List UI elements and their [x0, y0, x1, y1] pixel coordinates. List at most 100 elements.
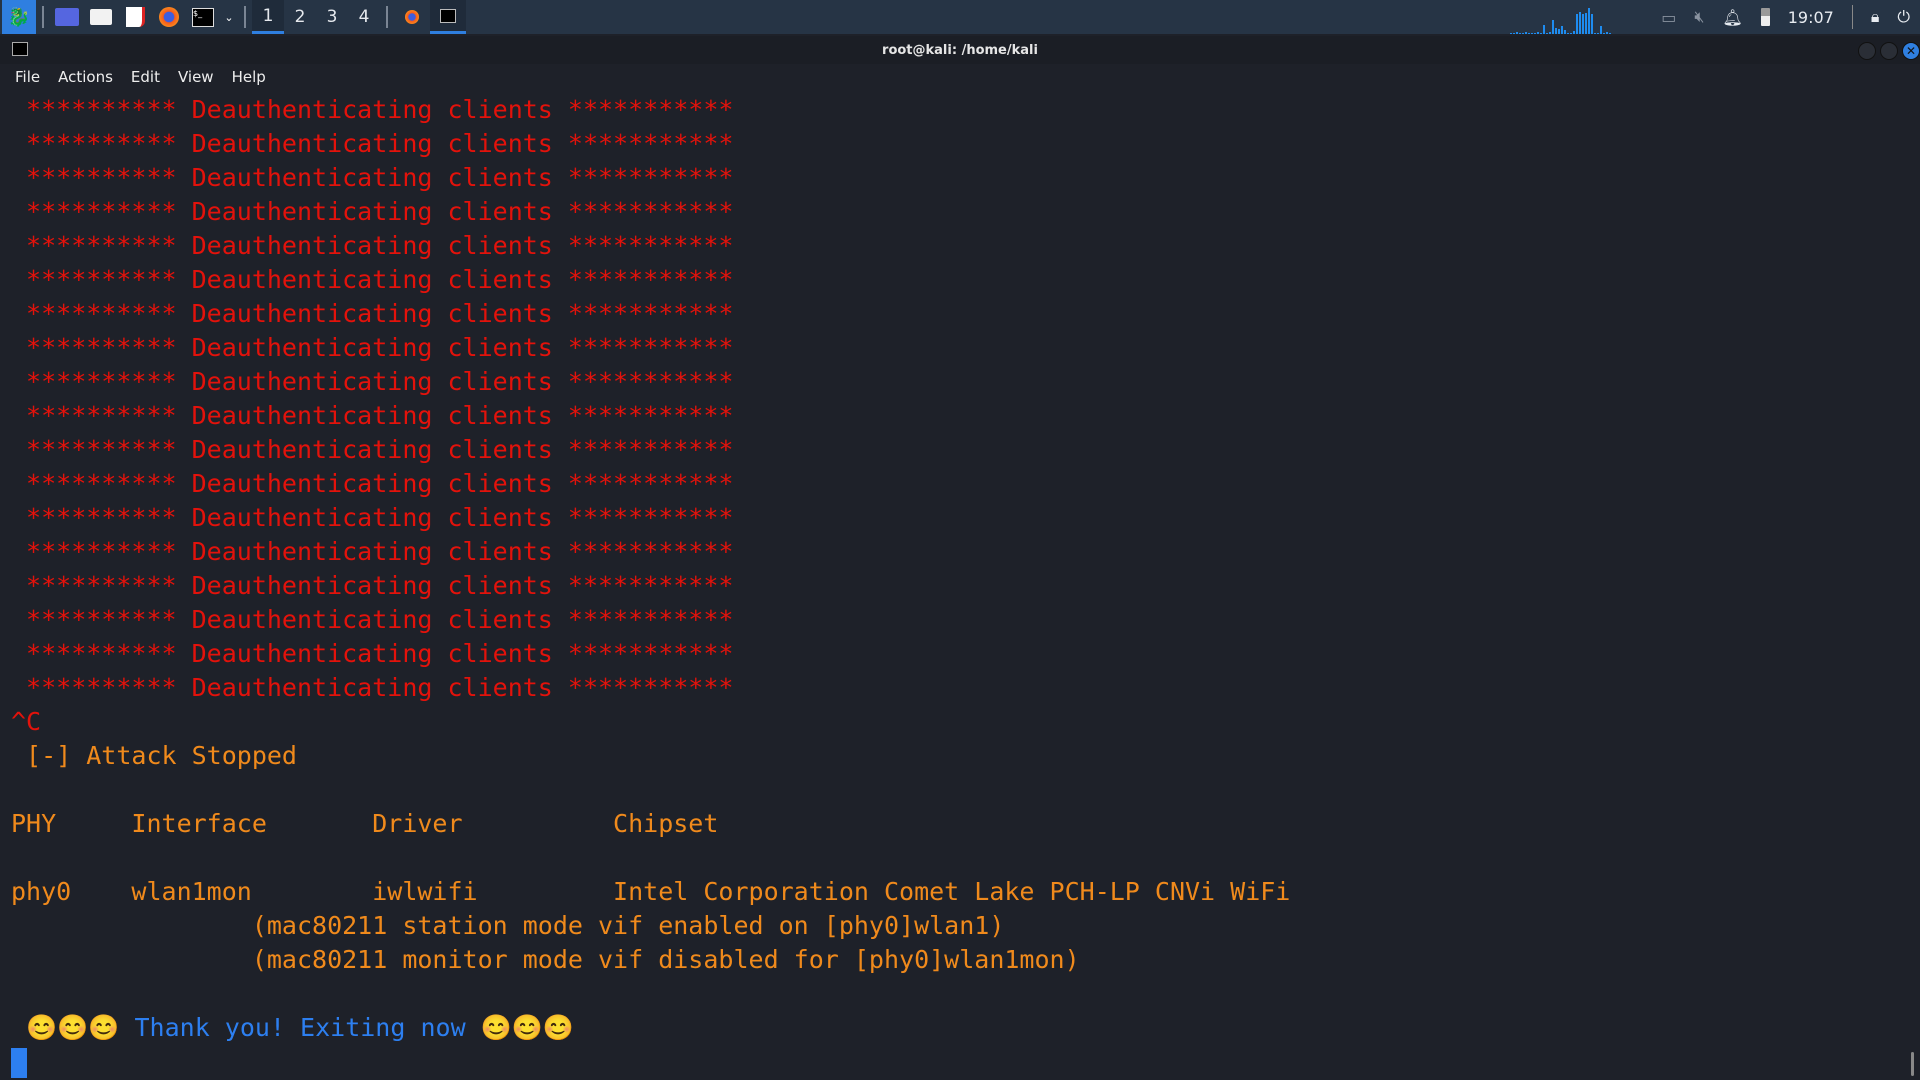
cpu-graph-bar: [1576, 14, 1578, 34]
menu-edit[interactable]: Edit: [124, 64, 167, 90]
lock-icon[interactable]: 🔒︎: [1871, 7, 1880, 27]
cpu-graph-bar: [1549, 32, 1551, 34]
divider: [244, 6, 246, 28]
battery-icon[interactable]: [1760, 8, 1770, 26]
cpu-graph-bar: [1531, 33, 1533, 34]
thanks-line: 😊😊😊 Thank you! Exiting now 😊😊😊: [11, 1013, 575, 1042]
deauth-line: ********** Deauthenticating clients ****…: [11, 129, 734, 158]
logout-icon[interactable]: ⏻: [1897, 7, 1910, 27]
taskbar: 🐉 $_ ⌄ 1 2 3 4 ▭ 🔇︎ 🔔︎ 19:07 🔒︎ ⏻: [0, 0, 1920, 34]
divider: [42, 6, 44, 28]
note-line: (mac80211 monitor mode vif disabled for …: [11, 945, 1080, 974]
deauth-line: ********** Deauthenticating clients ****…: [11, 299, 734, 328]
note-line: (mac80211 station mode vif enabled on [p…: [11, 911, 1005, 940]
cpu-graph-bar: [1603, 33, 1605, 34]
text-editor-icon[interactable]: [118, 0, 152, 34]
menu-view[interactable]: View: [171, 64, 221, 90]
cpu-graph-bar: [1606, 32, 1608, 34]
system-tray: ▭ 🔇︎ 🔔︎ 19:07 🔒︎ ⏻: [1661, 0, 1920, 34]
workspace-4[interactable]: 4: [348, 0, 380, 34]
menu-help[interactable]: Help: [225, 64, 273, 90]
deauth-line: ********** Deauthenticating clients ****…: [11, 673, 734, 702]
cpu-graph-bar: [1543, 25, 1545, 34]
cpu-graph-bar: [1558, 29, 1560, 34]
terminal-icon[interactable]: $_: [186, 0, 220, 34]
attack-stopped-line: [-] Attack Stopped: [11, 741, 297, 770]
cpu-graph-bar: [1573, 31, 1575, 34]
deauth-line: ********** Deauthenticating clients ****…: [11, 163, 734, 192]
notification-bell-icon[interactable]: 🔔︎: [1722, 8, 1742, 27]
cpu-graph-bar: [1510, 33, 1512, 34]
menu-actions[interactable]: Actions: [51, 64, 120, 90]
window-titlebar[interactable]: root@kali: /home/kali ✕: [0, 36, 1920, 64]
clock[interactable]: 19:07: [1788, 8, 1834, 27]
cpu-graph-bar: [1597, 33, 1599, 34]
desktop-icon[interactable]: [50, 0, 84, 34]
cpu-graph-bar: [1528, 33, 1530, 34]
cpu-graph-bar: [1513, 33, 1515, 34]
deauth-line: ********** Deauthenticating clients ****…: [11, 469, 734, 498]
minimize-button[interactable]: [1858, 42, 1876, 60]
deauth-line: ********** Deauthenticating clients ****…: [11, 639, 734, 668]
cpu-graph-bar: [1552, 20, 1554, 34]
terminal-output[interactable]: ********** Deauthenticating clients ****…: [11, 93, 1900, 1079]
window-title: root@kali: /home/kali: [882, 43, 1038, 58]
deauth-line: ********** Deauthenticating clients ****…: [11, 503, 734, 532]
firefox-window-button[interactable]: [394, 0, 430, 34]
table-row: phy0 wlan1mon iwlwifi Intel Corporation …: [11, 877, 1291, 906]
kali-menu-icon[interactable]: 🐉: [2, 0, 36, 34]
text-cursor: [11, 1048, 27, 1078]
workspace-1[interactable]: 1: [252, 0, 284, 34]
cpu-graph-bar: [1537, 32, 1539, 34]
deauth-line: ********** Deauthenticating clients ****…: [11, 401, 734, 430]
maximize-button[interactable]: [1880, 42, 1898, 60]
cpu-graph-bar: [1546, 33, 1548, 34]
network-disconnected-icon[interactable]: ▭: [1661, 8, 1676, 27]
deauth-line: ********** Deauthenticating clients ****…: [11, 95, 734, 124]
cpu-graph-bar: [1570, 33, 1572, 34]
cpu-graph-bar: [1525, 32, 1527, 34]
deauth-line: ********** Deauthenticating clients ****…: [11, 571, 734, 600]
scrollbar[interactable]: [1911, 1052, 1914, 1076]
deauth-line: ********** Deauthenticating clients ****…: [11, 605, 734, 634]
cpu-graph-bar: [1519, 33, 1521, 34]
file-manager-icon[interactable]: [84, 0, 118, 34]
chevron-down-icon[interactable]: ⌄: [220, 0, 238, 34]
terminal-icon: [440, 8, 456, 23]
deauth-line: ********** Deauthenticating clients ****…: [11, 231, 734, 260]
interrupt-line: ^C: [11, 707, 42, 736]
cpu-graph-bar: [1585, 13, 1587, 34]
cpu-graph-bar: [1609, 33, 1611, 34]
cpu-graph-bar: [1540, 33, 1542, 34]
cpu-graph: [1510, 6, 1630, 34]
deauth-line: ********** Deauthenticating clients ****…: [11, 367, 734, 396]
cpu-graph-bar: [1555, 28, 1557, 34]
firefox-icon[interactable]: [152, 0, 186, 34]
deauth-line: ********** Deauthenticating clients ****…: [11, 197, 734, 226]
cpu-graph-bar: [1591, 14, 1593, 34]
deauth-line: ********** Deauthenticating clients ****…: [11, 333, 734, 362]
close-button[interactable]: ✕: [1902, 42, 1920, 60]
cpu-graph-bar: [1588, 8, 1590, 34]
divider: [1851, 5, 1853, 29]
cpu-graph-bar: [1567, 33, 1569, 34]
cpu-graph-bar: [1564, 30, 1566, 34]
cpu-graph-bar: [1534, 33, 1536, 34]
cpu-graph-bar: [1600, 26, 1602, 34]
deauth-lines: ********** Deauthenticating clients ****…: [11, 93, 1900, 705]
workspace-2[interactable]: 2: [284, 0, 316, 34]
cpu-graph-bar: [1561, 26, 1563, 34]
menu-bar: File Actions Edit View Help: [0, 64, 1920, 90]
table-header: PHY Interface Driver Chipset: [11, 809, 719, 838]
deauth-line: ********** Deauthenticating clients ****…: [11, 265, 734, 294]
workspace-3[interactable]: 3: [316, 0, 348, 34]
terminal-window-button[interactable]: [430, 0, 466, 34]
cpu-graph-bar: [1594, 33, 1596, 34]
menu-file[interactable]: File: [8, 64, 47, 90]
cpu-graph-bar: [1516, 32, 1518, 34]
deauth-line: ********** Deauthenticating clients ****…: [11, 537, 734, 566]
divider: [386, 6, 388, 28]
cpu-graph-bar: [1522, 33, 1524, 34]
deauth-line: ********** Deauthenticating clients ****…: [11, 435, 734, 464]
volume-muted-icon[interactable]: 🔇︎: [1694, 7, 1704, 27]
